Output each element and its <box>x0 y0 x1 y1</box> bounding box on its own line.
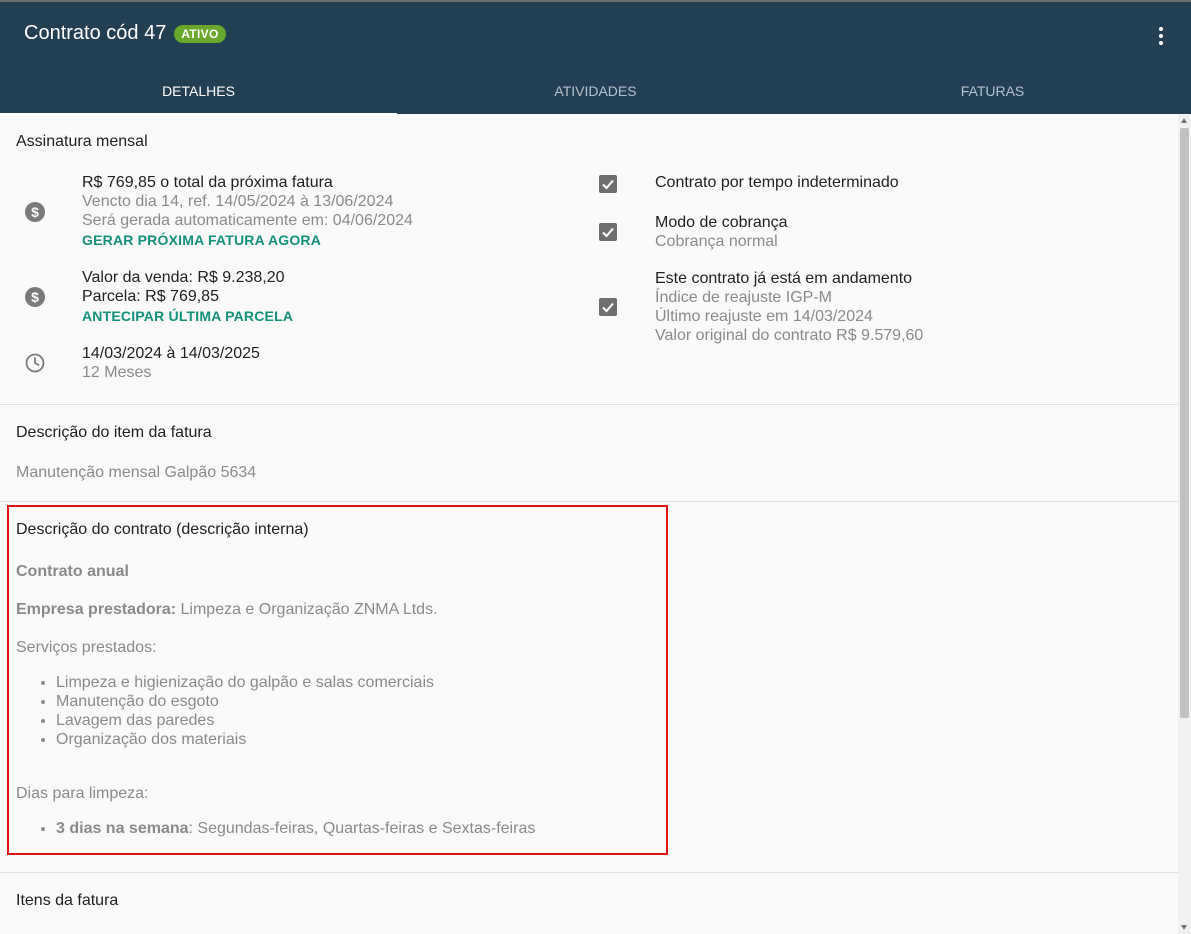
more-options-button[interactable] <box>1147 24 1175 48</box>
tab-bar: DETALHES ATIVIDADES FATURAS <box>0 66 1191 116</box>
check-indeterminate: Contrato por tempo indeterminado <box>655 173 899 192</box>
scrollbar[interactable] <box>1178 114 1191 934</box>
company-line: Empresa prestadora: Limpeza e Organizaçã… <box>16 601 438 619</box>
check-label: Contrato por tempo indeterminado <box>655 174 899 191</box>
scroll-down-icon[interactable] <box>1181 925 1187 930</box>
section-title-item-desc: Descrição do item da fatura <box>16 424 212 441</box>
tab-faturas[interactable]: FATURAS <box>794 66 1191 116</box>
list-item: 3 dias na semana: Segundas-feiras, Quart… <box>56 819 535 838</box>
check-billing-mode: Modo de cobrança Cobrança normal <box>655 213 788 251</box>
check-label: Modo de cobrança <box>655 214 788 231</box>
divider <box>0 404 1178 405</box>
days-value: : Segundas-feiras, Quartas-feiras e Sext… <box>188 820 536 837</box>
invoice-due: Vencto dia 14, ref. 14/05/2024 à 13/06/2… <box>82 193 394 210</box>
list-item: Manutenção do esgoto <box>56 692 434 711</box>
svg-text:$: $ <box>31 204 39 220</box>
divider <box>0 872 1178 873</box>
check-in-progress: Este contrato já está em andamento Índic… <box>655 269 923 345</box>
company-label: Empresa prestadora: <box>16 601 177 618</box>
more-vert-dot <box>1159 34 1163 38</box>
services-label: Serviços prestados: <box>16 639 157 656</box>
services-list: Limpeza e higienização do galpão e salas… <box>56 673 434 749</box>
checkbox-checked-icon[interactable] <box>599 175 617 193</box>
period-info: 14/03/2024 à 14/03/2025 12 Meses <box>82 344 260 382</box>
anticipate-installment-button[interactable]: ANTECIPAR ÚLTIMA PARCELA <box>82 307 293 326</box>
installment-value: Parcela: R$ 769,85 <box>82 288 219 305</box>
section-title-invoice-items: Itens da fatura <box>16 892 119 909</box>
invoice-auto-date: Será gerada automaticamente em: 04/06/20… <box>82 212 413 229</box>
sale-info: Valor da venda: R$ 9.238,20 Parcela: R$ … <box>82 268 293 326</box>
contract-period: 14/03/2024 à 14/03/2025 <box>82 345 260 362</box>
check-sub: Índice de reajuste IGP-M <box>655 289 832 306</box>
sale-value: Valor da venda: R$ 9.238,20 <box>82 269 285 286</box>
clock-icon <box>25 353 45 373</box>
check-sub: Cobrança normal <box>655 233 778 250</box>
page-title: Contrato cód 47 <box>24 22 167 44</box>
title-row: Contrato cód 47 ATIVO <box>24 22 226 45</box>
contract-duration: 12 Meses <box>82 364 152 381</box>
check-sub: Valor original do contrato R$ 9.579,60 <box>655 327 924 344</box>
checkbox-checked-icon[interactable] <box>599 223 617 241</box>
tab-detalhes[interactable]: DETALHES <box>0 66 397 116</box>
days-bold: 3 dias na semana <box>56 820 189 837</box>
section-title-assinatura: Assinatura mensal <box>16 133 148 150</box>
item-desc-text: Manutenção mensal Galpão 5634 <box>16 464 257 481</box>
tab-atividades[interactable]: ATIVIDADES <box>397 66 794 116</box>
checkbox-checked-icon[interactable] <box>599 298 617 316</box>
scroll-up-icon[interactable] <box>1181 118 1187 123</box>
scrollbar-thumb[interactable] <box>1180 128 1189 718</box>
svg-text:$: $ <box>31 289 39 305</box>
section-title-contract-desc: Descrição do contrato (descrição interna… <box>16 521 309 538</box>
dollar-icon: $ <box>25 287 45 307</box>
days-label: Dias para limpeza: <box>16 785 149 802</box>
invoice-total: R$ 769,85 o total da próxima fatura <box>82 174 333 191</box>
list-item: Lavagem das paredes <box>56 711 434 730</box>
more-vert-icon <box>1159 27 1163 31</box>
app-header: Contrato cód 47 ATIVO DETALHES ATIVIDADE… <box>0 0 1191 116</box>
invoice-info: R$ 769,85 o total da próxima fatura Venc… <box>82 173 413 250</box>
dollar-icon: $ <box>25 202 45 222</box>
company-value: Limpeza e Organização ZNMA Ltds. <box>176 601 438 618</box>
contract-heading: Contrato anual <box>16 563 129 580</box>
generate-invoice-button[interactable]: GERAR PRÓXIMA FATURA AGORA <box>82 231 413 250</box>
list-item: Organização dos materiais <box>56 730 434 749</box>
list-item: Limpeza e higienização do galpão e salas… <box>56 673 434 692</box>
check-label: Este contrato já está em andamento <box>655 270 913 287</box>
days-list: 3 dias na semana: Segundas-feiras, Quart… <box>56 819 535 838</box>
check-sub: Último reajuste em 14/03/2024 <box>655 308 873 325</box>
status-badge: ATIVO <box>174 24 226 43</box>
main-content[interactable]: Assinatura mensal $ R$ 769,85 o total da… <box>0 114 1178 934</box>
divider <box>0 501 1178 502</box>
more-vert-dot <box>1159 41 1163 45</box>
